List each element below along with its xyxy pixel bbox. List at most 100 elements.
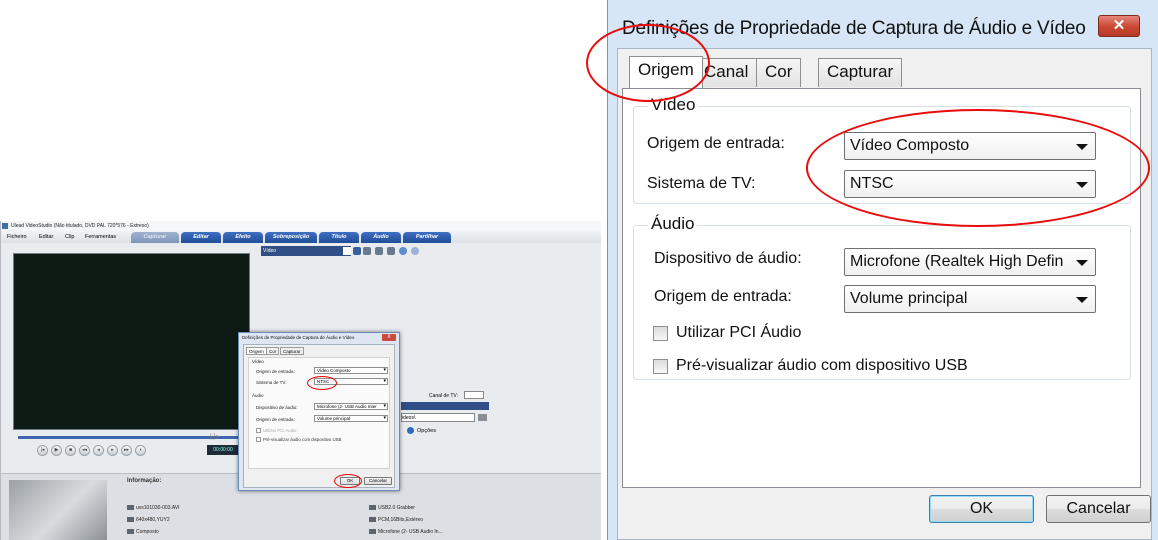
small-dispositivo-select[interactable]: Microfone (2- USB Audio Inter [314,403,388,410]
app-logo-icon [2,223,8,229]
capture-properties-dialog: Definições de Propriedade de Captura de … [586,0,1158,540]
annotation-circle-ntsc-small [307,376,337,390]
app-tab-partilhar[interactable]: Partilhar [403,232,451,243]
tab-canal[interactable]: Canal [695,58,758,87]
forward-icon[interactable]: ▸▸ [121,445,132,456]
view-icon[interactable] [375,247,383,255]
video-preview-window [13,253,250,430]
app-tab-capturar[interactable]: Capturar [131,232,179,243]
small-dialog-close-button[interactable]: X [382,334,396,341]
pci-audio-checkbox-box [653,326,668,341]
small-origem-entrada-select[interactable]: Vídeo Composto [314,367,388,374]
trim-markers[interactable]: [ ] ▸ [210,433,222,441]
app-window-title: Ulead VideoStudio (Não titulado, DVD PAL… [11,223,149,229]
opcoes-label: Opções [417,427,436,434]
origem-entrada-value: Vídeo Composto [850,137,970,154]
close-button[interactable]: ✕ [1098,15,1140,37]
chevron-down-icon [343,247,351,255]
menu-ferramentas[interactable]: Ferramentas [85,231,116,243]
small-capture-properties-dialog: Definições de Propriedade de Captura de … [238,332,400,491]
info-source: Composto [127,529,159,536]
home-icon[interactable]: |◂ [37,445,48,456]
app-tab-audio[interactable]: Áudio [361,232,401,243]
audio-device-icon [369,529,376,535]
usb-preview-checkbox[interactable]: Pré-visualizar áudio com dispositivo USB [653,357,1013,377]
dispositivo-audio-select[interactable]: Microfone (Realtek High Defin [844,248,1096,276]
stop-icon[interactable]: ■ [65,445,76,456]
origem-entrada-select[interactable]: Vídeo Composto [844,132,1096,160]
audio-format-icon [369,517,376,523]
capture-folder-field[interactable]: ideos\ [401,413,475,422]
info-audio-format: PCM,16Bits,Estéreo [369,517,423,524]
app-tab-editar[interactable]: Editar [181,232,221,243]
dialog-title: Definições de Propriedade de Captura de … [622,18,1086,39]
folder-icon[interactable] [363,247,371,255]
small-dialog-title: Definições de Propriedade de Captura de … [242,335,355,340]
chevron-down-icon [1075,133,1089,159]
app-tab-efeito[interactable]: Efeito [223,232,263,243]
tab-cor[interactable]: Cor [756,58,802,87]
videostudio-app-screenshot: Ulead VideoStudio (Não titulado, DVD PAL… [0,221,601,540]
info-device: USB2.0 Grabber [369,505,415,512]
chevron-down-icon [1075,286,1089,312]
app-titlebar: Ulead VideoStudio (Não titulado, DVD PAL… [1,221,601,231]
sistema-tv-select[interactable]: NTSC [844,170,1096,198]
pci-audio-checkbox[interactable]: Utilizar PCI Áudio [653,324,953,344]
video-group-caption: Vídeo [648,95,699,115]
scrub-bar[interactable] [18,436,238,439]
rewind-icon[interactable]: ◂◂ [79,445,90,456]
small-cancel-button[interactable]: Cancelar [364,477,392,485]
volume-icon[interactable]: ◖ [135,445,146,456]
list-icon[interactable] [387,247,395,255]
menu-clip[interactable]: Clip [65,231,74,243]
timecode-display[interactable]: 00:00:00 [207,445,239,455]
annotation-circle-ok-small [334,474,362,488]
origem-entrada-label: Origem de entrada: [647,135,785,152]
tab-panel-origem: Vídeo Origem de entrada: Vídeo Composto … [622,88,1141,488]
sistema-tv-value: NTSC [850,175,894,192]
opcoes-button[interactable]: Opções [407,427,436,434]
small-pci-audio-checkbox[interactable]: Utilizar PCI Audio [256,428,296,434]
small-dispositivo-label: Dispositivo de áudio: [256,405,298,410]
canal-tv-field[interactable] [464,391,484,399]
menu-editar[interactable]: Editar [39,231,53,243]
next-frame-icon[interactable]: ▸ [107,445,118,456]
tab-capturar[interactable]: Capturar [818,58,903,87]
library-menu-icon[interactable] [353,247,361,255]
small-video-group-caption: Vídeo [252,359,264,364]
library-dropdown[interactable]: Vídeo [261,246,351,256]
dispositivo-audio-value: Microfone (Realtek High Defin [850,253,1064,270]
play-icon[interactable]: ▶ [51,445,62,456]
info-title: Informação: [127,478,162,484]
info-resolution: 640x480,YUY2 [127,517,170,524]
library-dropdown-value: Vídeo [263,248,277,254]
small-audio-group-caption: Áudio [252,393,264,398]
small-sistema-tv-label: Sistema de TV: [256,380,287,385]
origem-audio-select[interactable]: Volume principal [844,285,1096,313]
small-tab-capturar[interactable]: Capturar [280,347,304,355]
cancel-button[interactable]: Cancelar [1046,495,1151,523]
prev-frame-icon[interactable]: ◂ [93,445,104,456]
capture-format-dropdown[interactable] [401,402,489,410]
chevron-down-icon [1075,171,1089,197]
info-thumbnail [9,480,107,540]
small-tab-cor[interactable]: Cor [266,347,280,355]
small-usb-preview-checkbox[interactable]: Pré-visualizar áudio com dispositivo USB [256,437,341,443]
help-icon[interactable] [411,247,419,255]
pci-audio-checkbox-label: Utilizar PCI Áudio [676,324,802,341]
browse-folder-icon[interactable] [478,414,487,421]
audio-group-caption: Áudio [648,214,698,234]
usb-preview-checkbox-box [653,359,668,374]
small-tab-origem[interactable]: Origem [246,347,267,355]
app-tab-titulo[interactable]: Título [319,232,359,243]
chevron-down-icon [1075,249,1089,275]
origem-audio-label: Origem de entrada: [654,288,792,305]
ok-button[interactable]: OK [929,495,1034,523]
close-icon: ✕ [1112,17,1126,34]
app-tab-sobreposicao[interactable]: Sobreposição [265,232,317,243]
small-origem-audio-select[interactable]: Volume principal [314,415,388,422]
tab-origem[interactable]: Origem [629,56,703,88]
options-icon[interactable] [399,247,407,255]
usb-preview-checkbox-label: Pré-visualizar áudio com dispositivo USB [676,357,968,374]
menu-ficheiro[interactable]: Ficheiro [7,231,27,243]
